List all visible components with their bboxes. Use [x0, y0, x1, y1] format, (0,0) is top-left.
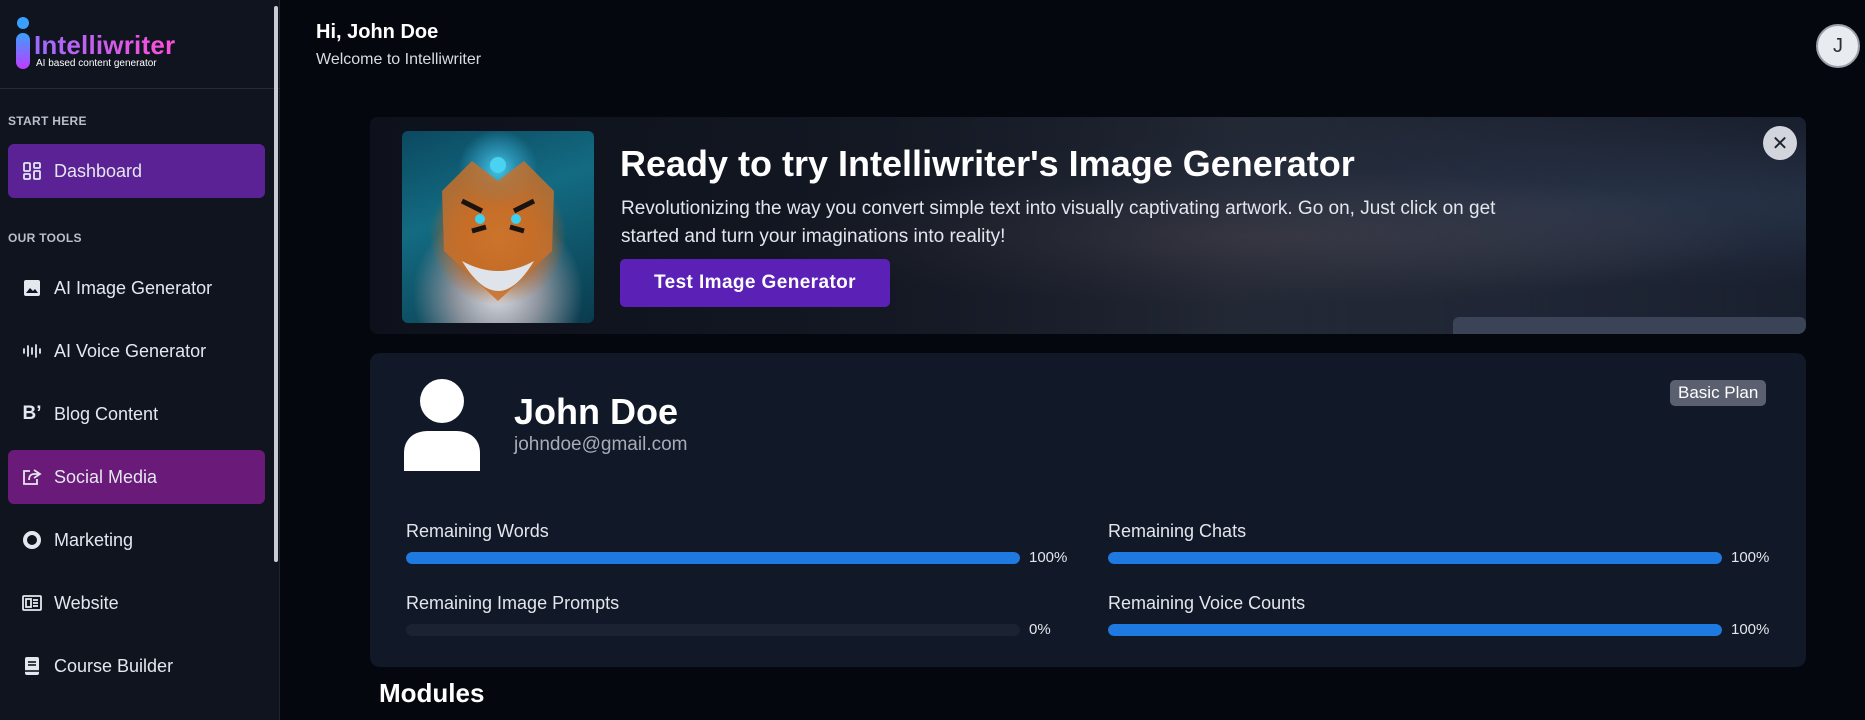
- sidebar-item-social-media[interactable]: Social Media: [8, 450, 265, 504]
- greeting-title: Hi, John Doe: [316, 21, 439, 43]
- user-email: johndoe@gmail.com: [514, 434, 688, 455]
- profile-card: John Doe johndoe@gmail.com Basic Plan Re…: [370, 353, 1806, 667]
- sidebar-item-ai-voice-generator[interactable]: AI Voice Generator: [8, 324, 265, 378]
- voice-wave-icon: [22, 341, 42, 361]
- banner-description: Revolutionizing the way you convert simp…: [621, 198, 1496, 247]
- sidebar-scrollbar[interactable]: [274, 6, 278, 562]
- logo-mark-icon: [16, 17, 30, 69]
- stat-percent-words: 100%: [1029, 549, 1068, 566]
- sidebar: Intelliwriter AI based content generator…: [0, 0, 280, 720]
- stat-percent-chats: 100%: [1731, 549, 1770, 566]
- logo-tagline: AI based content generator: [36, 58, 157, 69]
- sidebar-item-label: Dashboard: [54, 160, 143, 181]
- user-name: John Doe: [514, 391, 679, 432]
- progress-bar-voice-counts: [1108, 624, 1722, 636]
- sidebar-item-label: Website: [54, 592, 119, 613]
- share-icon: [22, 467, 42, 487]
- sidebar-item-label: AI Voice Generator: [54, 340, 207, 361]
- dashboard-icon: [22, 161, 42, 181]
- website-icon: [22, 593, 42, 613]
- promo-banner: Ready to try Intelliwriter's Image Gener…: [370, 117, 1806, 334]
- progress-bar-image-prompts: [406, 624, 1020, 636]
- sidebar-item-course-builder[interactable]: Course Builder: [8, 639, 265, 693]
- sidebar-item-label: Social Media: [54, 466, 158, 487]
- sidebar-item-marketing[interactable]: Marketing: [8, 513, 265, 567]
- tiger-artwork-image: [402, 131, 594, 323]
- stat-percent-image-prompts: 0%: [1029, 621, 1051, 638]
- stat-label-voice-counts: Remaining Voice Counts: [1108, 593, 1306, 613]
- progress-fill-chats: [1108, 552, 1722, 564]
- sidebar-item-label: Blog Content: [54, 403, 159, 424]
- progress-bar-words: [406, 552, 1020, 564]
- banner-title: Ready to try Intelliwriter's Image Gener…: [620, 143, 1355, 184]
- circle-icon: [22, 530, 42, 550]
- sidebar-item-label: Marketing: [54, 529, 134, 550]
- image-icon: [22, 278, 42, 298]
- sidebar-item-ai-image-generator[interactable]: AI Image Generator: [8, 261, 265, 315]
- sidebar-item-label: Course Builder: [54, 655, 174, 676]
- stat-label-chats: Remaining Chats: [1108, 521, 1247, 541]
- avatar[interactable]: J: [1816, 24, 1860, 68]
- sidebar-item-blog-content[interactable]: B’ Blog Content: [8, 387, 265, 441]
- stat-label-image-prompts: Remaining Image Prompts: [406, 593, 620, 613]
- progress-fill-voice-counts: [1108, 624, 1722, 636]
- book-icon: [22, 656, 42, 676]
- logo-text: Intelliwriter: [34, 30, 176, 60]
- progress-fill-words: [406, 552, 1020, 564]
- sidebar-item-website[interactable]: Website: [8, 576, 265, 630]
- sidebar-item-label: AI Image Generator: [54, 277, 213, 298]
- section-label-start: START HERE: [8, 114, 87, 128]
- sidebar-divider: [0, 88, 280, 89]
- section-label-tools: OUR TOOLS: [8, 231, 82, 245]
- logo[interactable]: Intelliwriter AI based content generator: [14, 16, 214, 72]
- plan-badge: Basic Plan: [1670, 380, 1767, 406]
- user-icon: [404, 379, 480, 471]
- sidebar-item-dashboard[interactable]: Dashboard: [8, 144, 265, 198]
- stat-percent-voice-counts: 100%: [1731, 621, 1770, 638]
- progress-bar-chats: [1108, 552, 1722, 564]
- blog-icon: B’: [22, 403, 42, 424]
- banner-decoration: [1453, 317, 1806, 334]
- close-icon[interactable]: ✕: [1763, 126, 1797, 160]
- stat-label-words: Remaining Words: [406, 521, 549, 541]
- test-image-generator-button[interactable]: Test Image Generator: [620, 259, 890, 307]
- modules-heading: Modules: [379, 678, 485, 708]
- greeting-subtitle: Welcome to Intelliwriter: [316, 51, 482, 68]
